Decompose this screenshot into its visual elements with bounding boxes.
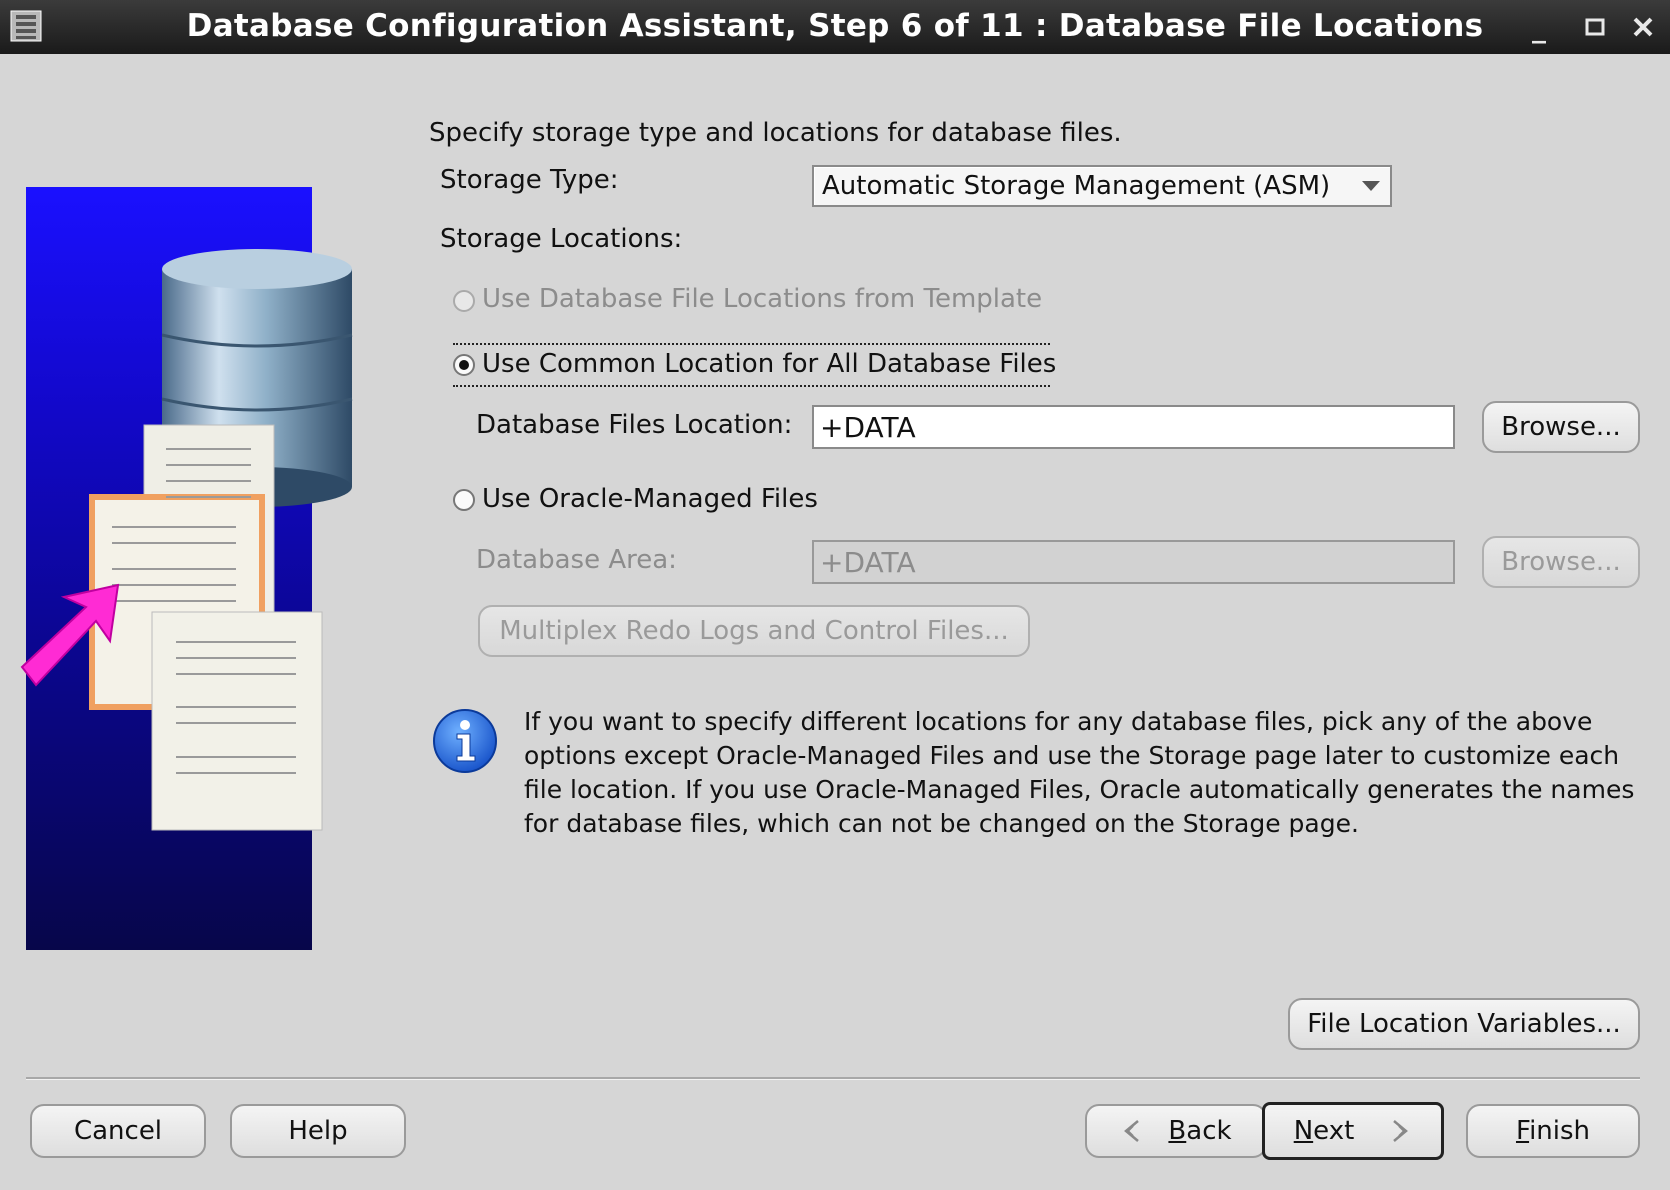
finish-button[interactable]: Finish <box>1466 1104 1640 1158</box>
help-button[interactable]: Help <box>230 1104 406 1158</box>
template-locations-radio[interactable] <box>453 290 475 312</box>
window-title: Database Configuration Assistant, Step 6… <box>186 8 1484 44</box>
close-icon[interactable] <box>1626 10 1660 44</box>
back-mnemonic: B <box>1168 1116 1187 1146</box>
next-mnemonic: N <box>1293 1116 1314 1146</box>
finish-label-rest: inish <box>1529 1116 1591 1146</box>
common-location-label: Use Common Location for All Database Fil… <box>482 349 1057 379</box>
next-button[interactable]: Next <box>1262 1102 1444 1160</box>
intro-text: Specify storage type and locations for d… <box>429 118 1122 148</box>
minimize-icon[interactable]: _ <box>1522 10 1556 44</box>
finish-mnemonic: F <box>1515 1116 1530 1146</box>
footer-separator <box>26 1077 1640 1080</box>
database-area-label: Database Area: <box>476 545 677 575</box>
template-locations-label: Use Database File Locations from Templat… <box>482 284 1043 314</box>
info-icon <box>433 709 497 773</box>
database-cylinder-icon <box>20 249 353 831</box>
finish-label: Finish <box>1516 1116 1590 1146</box>
browse-database-area-button[interactable]: Browse... <box>1482 536 1640 588</box>
database-illustration <box>20 187 353 950</box>
storage-type-select[interactable]: Automatic Storage Management (ASM) <box>812 165 1392 207</box>
file-location-variables-button[interactable]: File Location Variables... <box>1288 998 1640 1050</box>
next-label-rest: ext <box>1313 1116 1355 1146</box>
chevron-left-icon <box>1124 1120 1140 1142</box>
multiplex-redo-logs-button[interactable]: Multiplex Redo Logs and Control Files... <box>478 605 1030 657</box>
back-label: Back <box>1168 1116 1231 1146</box>
back-button[interactable]: Back <box>1085 1104 1267 1158</box>
storage-type-label: Storage Type: <box>440 165 619 195</box>
database-files-location-label: Database Files Location: <box>476 410 793 440</box>
oracle-managed-label: Use Oracle-Managed Files <box>482 484 818 514</box>
storage-type-value: Automatic Storage Management (ASM) <box>822 171 1331 201</box>
database-files-location-input[interactable]: +DATA <box>812 405 1455 449</box>
info-message: If you want to specify different locatio… <box>524 707 1635 838</box>
browse-files-location-button[interactable]: Browse... <box>1482 401 1640 453</box>
chevron-right-icon <box>1393 1120 1409 1142</box>
back-label-rest: ack <box>1186 1116 1232 1146</box>
common-location-radio[interactable] <box>453 354 475 376</box>
maximize-icon[interactable] <box>1578 10 1612 44</box>
next-label: Next <box>1294 1116 1355 1146</box>
title-bar: Database Configuration Assistant, Step 6… <box>0 0 1670 54</box>
cancel-button[interactable]: Cancel <box>30 1104 206 1158</box>
database-area-input[interactable]: +DATA <box>812 540 1455 584</box>
storage-locations-label: Storage Locations: <box>440 224 683 254</box>
oracle-managed-radio[interactable] <box>453 489 475 511</box>
chevron-down-icon <box>1362 181 1380 191</box>
